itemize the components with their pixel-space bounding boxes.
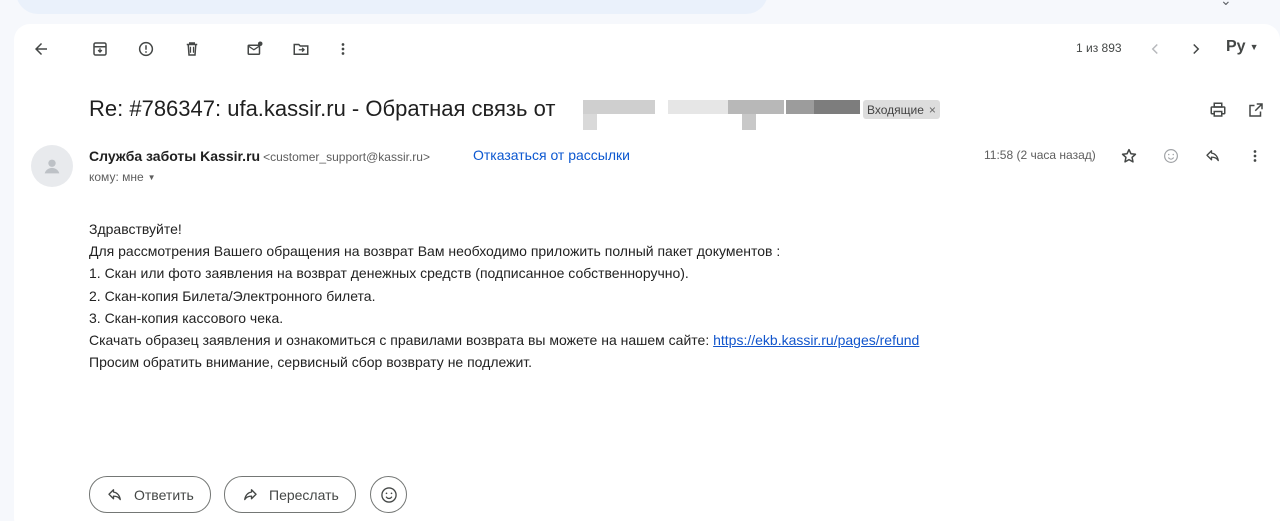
body-line: Для рассмотрения Вашего обращения на воз… [89, 243, 781, 260]
chevron-down-icon: ▼ [147, 172, 156, 182]
forward-button[interactable]: Переслать [224, 476, 356, 513]
delete-icon[interactable] [178, 35, 206, 63]
language-label: Ру [1226, 38, 1246, 55]
reply-icon[interactable] [1199, 142, 1227, 170]
body-line: Скачать образец заявления и ознакомиться… [89, 329, 919, 351]
message-body: Здравствуйте! Для рассмотрения Вашего об… [89, 218, 919, 373]
pager-count: 1 из 893 [1076, 41, 1122, 55]
forward-icon [244, 488, 257, 500]
avatar [31, 145, 73, 187]
redacted-name [583, 114, 597, 130]
body-line: Просим обратить внимание, сервисный сбор… [89, 354, 533, 371]
email-subject: Re: #786347: ufa.kassir.ru - Обратная св… [89, 96, 556, 121]
redacted-name [583, 100, 655, 114]
body-line: 2. Скан-копия Билета/Электронного билета… [89, 287, 376, 304]
refund-link[interactable]: https://ekb.kassir.ru/pages/refund [713, 332, 919, 348]
redacted-name [668, 100, 728, 114]
body-line: 3. Скан-копия кассового чека. [89, 309, 284, 326]
sender: Служба заботы Kassir.ru <customer_support… [89, 148, 430, 164]
back-icon[interactable] [27, 35, 55, 63]
mark-unread-icon[interactable] [241, 35, 269, 63]
report-spam-icon[interactable] [132, 35, 160, 63]
open-new-window-icon[interactable] [1242, 96, 1270, 124]
remove-label-icon[interactable]: × [929, 103, 936, 117]
inbox-label-chip[interactable]: Входящие × [863, 100, 940, 119]
print-icon[interactable] [1204, 96, 1232, 124]
top-corner-icon: ⌄ [1220, 0, 1232, 8]
move-to-icon[interactable] [287, 35, 315, 63]
inbox-label: Входящие [867, 102, 924, 117]
reply-icon [108, 488, 121, 500]
redacted-name [728, 100, 784, 114]
next-icon[interactable] [1182, 35, 1210, 63]
reply-button[interactable]: Ответить [89, 476, 211, 513]
body-line: 1. Скан или фото заявления на возврат де… [89, 265, 689, 282]
star-icon[interactable] [1115, 142, 1143, 170]
emoji-icon [380, 486, 397, 503]
redacted-name [786, 100, 814, 114]
body-text-prefix: Скачать образец заявления и ознакомиться… [89, 332, 714, 349]
forward-label: Переслать [269, 486, 339, 503]
unsubscribe-link[interactable]: Отказаться от рассылки [473, 147, 630, 163]
more-vert-icon[interactable] [329, 35, 357, 63]
archive-icon[interactable] [86, 35, 114, 63]
emoji-icon[interactable] [1157, 142, 1185, 170]
sender-email: <customer_support@kassir.ru> [263, 150, 430, 164]
language-selector[interactable]: Ру ▼ [1226, 38, 1259, 56]
sender-name: Служба заботы Kassir.ru [89, 148, 261, 164]
body-line: Здравствуйте! [89, 221, 182, 237]
recipient-toggle[interactable]: кому: мне ▼ [89, 170, 156, 184]
redacted-name [814, 100, 860, 114]
search-bar-remnant[interactable] [16, 0, 768, 14]
redacted-name [742, 114, 756, 130]
emoji-reaction-button[interactable] [370, 476, 407, 513]
recipient-label: кому: мне [89, 170, 144, 184]
message-time: 11:58 (2 часа назад) [984, 148, 1096, 162]
chevron-down-icon: ▼ [1249, 42, 1259, 52]
more-vert-icon[interactable] [1241, 142, 1269, 170]
prev-icon[interactable] [1141, 35, 1169, 63]
reply-label: Ответить [134, 486, 194, 503]
